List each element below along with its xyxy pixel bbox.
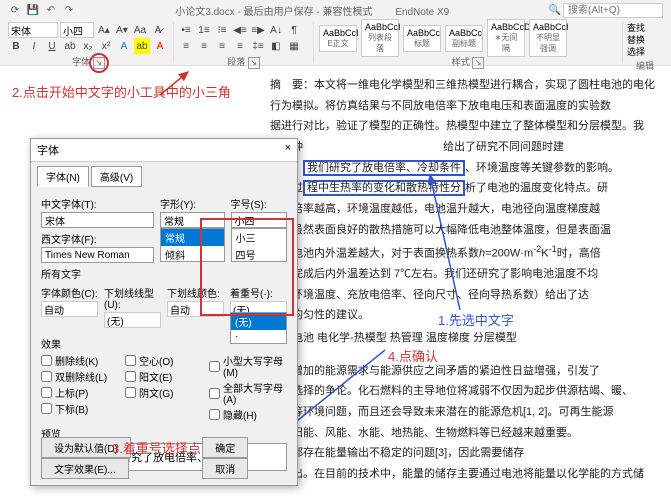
dialog-title: 字体 bbox=[37, 142, 59, 158]
annotation-4: 4.点确认 bbox=[388, 346, 438, 365]
title-bar: ⟳ 💾 ↶ ↷ 小论文3.docx - 最后由用户保存 - 兼容性模式 EndN… bbox=[0, 0, 671, 20]
emphasis-label: 着重号(·): bbox=[230, 285, 287, 300]
en-font-input[interactable] bbox=[41, 247, 154, 263]
autosave-icon[interactable]: ⟳ bbox=[8, 3, 22, 17]
document-body[interactable]: 摘 要：本文将一维电化学模型和三维热模型进行耦合，实现了圆柱电池的电化 行为模拟… bbox=[270, 76, 663, 492]
justify-icon[interactable]: ≡ bbox=[232, 38, 248, 54]
underline-dropdown[interactable]: (无) bbox=[104, 312, 161, 328]
ok-button[interactable]: 确定 bbox=[202, 437, 248, 458]
annotation-1: 1.先选中文字 bbox=[438, 310, 514, 329]
style-item[interactable]: AaBbCcI不明显强调 bbox=[529, 19, 567, 57]
endnote-tab[interactable]: EndNote X9 bbox=[395, 7, 449, 18]
annotation-2: 2.点击开始中文字的小工具中的小三角 bbox=[12, 82, 231, 101]
subscript-icon[interactable]: x₂ bbox=[80, 38, 96, 54]
sort-icon[interactable]: A↓ bbox=[268, 22, 284, 38]
indent-right-icon[interactable]: ≡▶ bbox=[250, 22, 266, 38]
align-left-icon[interactable]: ≡ bbox=[178, 38, 194, 54]
select-button[interactable]: 选择 bbox=[627, 46, 663, 58]
style-item[interactable]: AaBbCc副标题 bbox=[445, 25, 483, 52]
doc-title: 小论文3.docx bbox=[175, 7, 234, 18]
style-label: 字形(Y): bbox=[160, 196, 225, 211]
chk-emboss[interactable]: 阳文(E) bbox=[125, 369, 203, 384]
font-color-icon[interactable]: A bbox=[152, 38, 168, 54]
redo-icon[interactable]: ↷ bbox=[62, 3, 76, 17]
style-item[interactable]: AaBbCcIE正文 bbox=[319, 25, 357, 52]
multilevel-icon[interactable]: ⁝≡ bbox=[214, 22, 230, 38]
font-name-dropdown[interactable]: 宋体 bbox=[8, 22, 58, 38]
line-spacing-icon[interactable]: ‡≡ bbox=[250, 38, 266, 54]
cn-font-label: 中文字体(T): bbox=[41, 196, 154, 211]
close-icon[interactable]: × bbox=[285, 142, 291, 158]
bullets-icon[interactable]: •≡ bbox=[178, 22, 194, 38]
save-icon[interactable]: 💾 bbox=[26, 3, 40, 17]
align-right-icon[interactable]: ≡ bbox=[214, 38, 230, 54]
font-color-dropdown[interactable]: 自动 bbox=[41, 301, 98, 317]
strike-icon[interactable]: ab bbox=[62, 38, 78, 54]
style-item[interactable]: AaBbCcD∗无间隔 bbox=[487, 19, 525, 57]
undo-icon[interactable]: ↶ bbox=[44, 3, 58, 17]
text-effects-button[interactable]: 文字效果(E)... bbox=[41, 458, 129, 479]
style-item[interactable]: AaBbCc标题 bbox=[403, 25, 441, 52]
compat-mode: 兼容性模式 bbox=[323, 7, 373, 18]
shading-icon[interactable]: ◧ bbox=[268, 38, 284, 54]
underline-icon[interactable]: U bbox=[44, 38, 60, 54]
font-dialog: 字体 × 字体(N) 高级(V) 中文字体(T): 西文字体(F): 字形(Y)… bbox=[30, 138, 298, 486]
italic-icon[interactable]: I bbox=[26, 38, 42, 54]
shrink-font-icon[interactable]: A▾ bbox=[114, 22, 130, 38]
style-dialog-launcher[interactable]: ↘ bbox=[472, 57, 484, 69]
ribbon: 宋体 小四 A▴ A▾ Aa A̷ B I U ab x₂ x² A ab A … bbox=[0, 20, 671, 66]
style-group-label: 样式 bbox=[452, 57, 470, 67]
size-input[interactable] bbox=[231, 212, 287, 228]
find-button[interactable]: 查找 bbox=[627, 22, 663, 34]
cn-font-input[interactable] bbox=[41, 212, 154, 228]
style-input[interactable] bbox=[160, 212, 225, 228]
numbering-icon[interactable]: 1≡ bbox=[196, 22, 212, 38]
clear-format-icon[interactable]: A̷ bbox=[150, 22, 166, 38]
font-group-label: 字体 bbox=[72, 57, 90, 67]
chk-sup[interactable]: 上标(P) bbox=[41, 385, 119, 400]
tab-font[interactable]: 字体(N) bbox=[37, 166, 89, 187]
highlight-icon[interactable]: ab bbox=[134, 38, 150, 54]
style-list[interactable]: 常规 倾斜 加粗 bbox=[160, 228, 225, 262]
selected-text-2: 程中生热率的变化和散热特性分 bbox=[303, 180, 465, 196]
cancel-button[interactable]: 取消 bbox=[202, 458, 248, 479]
chk-dstrike[interactable]: 双删除线(L) bbox=[41, 369, 119, 384]
size-label: 字号(S): bbox=[231, 196, 287, 211]
selected-text: 我们研究了放电倍率、冷却条件 bbox=[303, 160, 465, 176]
show-marks-icon[interactable]: ¶ bbox=[286, 22, 302, 38]
emphasis-list[interactable]: (无) · bbox=[230, 312, 287, 344]
search-input[interactable] bbox=[563, 3, 663, 18]
chk-strike[interactable]: 删除线(K) bbox=[41, 353, 119, 368]
chk-outline[interactable]: 空心(O) bbox=[125, 353, 203, 368]
font-dialog-launcher[interactable]: ↘ bbox=[93, 57, 105, 69]
search-icon: 🔍 bbox=[549, 5, 561, 16]
annotation-3: 3.着重号选择点 bbox=[112, 438, 201, 457]
chk-hidden[interactable]: 隐藏(H) bbox=[209, 407, 287, 422]
ul-color-dropdown[interactable]: 自动 bbox=[167, 301, 224, 317]
change-case-icon[interactable]: Aa bbox=[132, 22, 148, 38]
indent-left-icon[interactable]: ◀≡ bbox=[232, 22, 248, 38]
tab-advanced[interactable]: 高级(V) bbox=[91, 166, 142, 187]
font-size-dropdown[interactable]: 小四 bbox=[60, 22, 94, 38]
para-group-label: 段落 bbox=[227, 57, 245, 67]
chk-sub[interactable]: 下标(B) bbox=[41, 401, 119, 416]
edit-group-label: 编辑 bbox=[627, 59, 663, 72]
chk-scaps[interactable]: 小型大写字母(M) bbox=[209, 353, 287, 379]
chk-engrave[interactable]: 阴文(G) bbox=[125, 385, 203, 400]
align-center-icon[interactable]: ≡ bbox=[196, 38, 212, 54]
superscript-icon[interactable]: x² bbox=[98, 38, 114, 54]
bold-icon[interactable]: B bbox=[8, 38, 24, 54]
replace-button[interactable]: 替换 bbox=[627, 34, 663, 46]
style-item[interactable]: AaBbCcI列表段落 bbox=[361, 19, 399, 57]
all-text-label: 所有文字 bbox=[41, 266, 287, 281]
para-dialog-launcher[interactable]: ↘ bbox=[248, 57, 260, 69]
grow-font-icon[interactable]: A▴ bbox=[96, 22, 112, 38]
text-effects-icon[interactable]: A bbox=[116, 38, 132, 54]
save-status: 最后由用户保存 bbox=[244, 7, 314, 18]
en-font-label: 西文字体(F): bbox=[41, 231, 154, 246]
borders-icon[interactable]: ▦ bbox=[286, 38, 302, 54]
size-list[interactable]: 小三 四号 小四 bbox=[231, 228, 287, 262]
chk-caps[interactable]: 全部大写字母(A) bbox=[209, 380, 287, 406]
